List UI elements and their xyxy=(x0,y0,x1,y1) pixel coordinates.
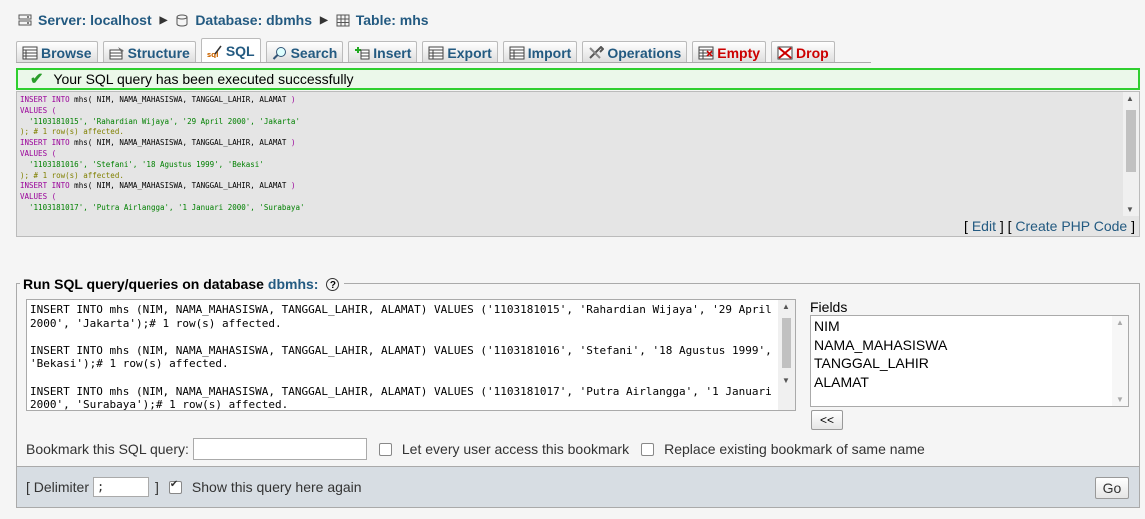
sql-line: VALUES ( xyxy=(20,192,57,202)
tab-label: Import xyxy=(527,44,572,61)
tab-search[interactable]: Search xyxy=(265,41,344,63)
scroll-up-icon[interactable]: ▲ xyxy=(1116,318,1124,327)
help-icon[interactable]: ? xyxy=(326,277,340,291)
success-text: Your SQL query has been executed success… xyxy=(53,71,354,87)
tab-label: SQL xyxy=(225,43,255,59)
executed-sql-panel: INSERT INTO mhs( NIM, NAMA_MAHASISWA, TA… xyxy=(16,91,1140,237)
breadcrumb-server[interactable]: Server: localhost xyxy=(38,12,152,28)
every-user-label: Let every user access this bookmark xyxy=(401,441,630,457)
insert-field-button[interactable]: << xyxy=(811,410,843,430)
replace-bookmark-label: Replace existing bookmark of same name xyxy=(664,441,925,457)
every-user-checkbox[interactable] xyxy=(378,442,392,456)
export-icon xyxy=(428,46,444,59)
tab-bar: Browse Structure sql SQL Search Insert E… xyxy=(16,38,840,63)
delimiter-label: [ Delimiter xyxy=(26,479,90,495)
drop-icon xyxy=(777,46,793,59)
show-query-checkbox[interactable] xyxy=(168,479,182,494)
tab-import[interactable]: Import xyxy=(502,41,578,63)
breadcrumb-arrow-icon: ▶ xyxy=(320,14,328,26)
breadcrumb: Server: localhost ▶ Database: dbmhs ▶ Ta… xyxy=(18,11,429,29)
tab-label: Export xyxy=(447,44,492,61)
fields-scrollbar[interactable]: ▲ ▼ xyxy=(1112,316,1128,406)
tab-export[interactable]: Export xyxy=(422,41,498,63)
success-message: ✔ Your SQL query has been executed succe… xyxy=(16,68,1140,90)
sql-query-textarea[interactable]: INSERT INTO mhs (NIM, NAMA_MAHASISWA, TA… xyxy=(26,299,796,411)
tab-label: Structure xyxy=(127,44,190,61)
tab-label: Empty xyxy=(717,44,761,61)
sql-line: '1103181016', 'Stefani', '18 Agustus 199… xyxy=(20,159,264,169)
tab-label: Drop xyxy=(796,44,829,61)
go-button[interactable]: Go xyxy=(1095,477,1129,499)
fields-label: Fields xyxy=(810,299,848,315)
tab-drop[interactable]: Drop xyxy=(771,41,835,63)
query-footer: [ Delimiter ; ] Show this query here aga… xyxy=(16,466,1140,508)
query-scrollbar[interactable]: ▲ ▼ xyxy=(778,300,795,410)
sql-line: '1103181017', 'Putra Airlangga', '1 Janu… xyxy=(20,202,305,212)
tab-operations[interactable]: Operations xyxy=(582,41,688,63)
edit-links: [ Edit ] [ Create PHP Code ] xyxy=(964,218,1135,234)
create-php-code-link[interactable]: Create PHP Code xyxy=(1015,218,1127,234)
run-sql-legend-text: Run SQL query/queries on database xyxy=(23,276,264,292)
operations-icon xyxy=(589,45,605,59)
sql-line: INSERT INTO mhs( NIM, NAMA_MAHASISWA, TA… xyxy=(20,95,296,104)
server-icon xyxy=(18,14,32,25)
delimiter-close: ] xyxy=(155,479,159,495)
sql-line: INSERT INTO mhs( NIM, NAMA_MAHASISWA, TA… xyxy=(20,138,296,148)
scroll-down-icon[interactable]: ▼ xyxy=(782,376,790,385)
tab-label: Insert xyxy=(373,44,412,61)
show-query-label: Show this query here again xyxy=(191,479,362,495)
structure-icon xyxy=(109,46,124,59)
database-icon xyxy=(176,14,188,27)
field-option-tanggal-lahir[interactable]: TANGGAL_LAHIR xyxy=(814,354,1125,373)
field-option-nama-mahasiswa[interactable]: NAMA_MAHASISWA xyxy=(814,336,1125,355)
sql-line: ); # 1 row(s) affected. xyxy=(20,170,124,180)
import-icon xyxy=(509,46,525,59)
fields-list[interactable]: NIM NAMA_MAHASISWA TANGGAL_LAHIR ALAMAT xyxy=(810,315,1129,407)
delimiter-input[interactable]: ; xyxy=(93,477,150,497)
run-sql-database-link[interactable]: dbmhs: xyxy=(268,276,319,292)
tab-structure[interactable]: Structure xyxy=(102,41,196,63)
bookmark-label: Bookmark this SQL query: xyxy=(26,441,189,457)
sql-line: ); # 1 row(s) affected. xyxy=(20,127,124,137)
tab-sql[interactable]: sql SQL xyxy=(200,38,261,63)
table-icon xyxy=(336,14,350,26)
sql-icon: sql xyxy=(207,45,222,58)
replace-bookmark-checkbox[interactable] xyxy=(641,442,655,456)
sql-line: '1103181015', 'Rahardian Wijaya', '29 Ap… xyxy=(20,116,300,126)
tab-label: Search xyxy=(290,44,338,61)
tab-empty[interactable]: Empty xyxy=(692,41,767,63)
breadcrumb-arrow-icon: ▶ xyxy=(159,14,168,26)
tab-browse[interactable]: Browse xyxy=(16,41,98,63)
tab-divider xyxy=(16,62,871,63)
scroll-up-icon[interactable]: ▲ xyxy=(1126,94,1134,103)
field-option-nim[interactable]: NIM xyxy=(814,317,1125,336)
bookmark-input[interactable] xyxy=(192,438,367,460)
check-icon: ✔ xyxy=(30,71,44,88)
edit-link[interactable]: Edit xyxy=(972,218,996,234)
scrollbar-thumb[interactable] xyxy=(1126,110,1136,172)
tab-label: Operations xyxy=(607,44,682,61)
search-icon xyxy=(272,46,286,60)
run-sql-legend: Run SQL query/queries on database dbmhs:… xyxy=(20,276,345,292)
sql-scrollbar[interactable]: ▲ ▼ xyxy=(1123,92,1139,216)
executed-sql-code: INSERT INTO mhs( NIM, NAMA_MAHASISWA, TA… xyxy=(17,92,1123,216)
browse-icon xyxy=(22,46,38,59)
tab-label: Browse xyxy=(41,44,92,61)
field-option-alamat[interactable]: ALAMAT xyxy=(814,373,1125,392)
sql-line: VALUES ( xyxy=(20,148,57,158)
scroll-up-icon[interactable]: ▲ xyxy=(782,302,790,311)
scrollbar-thumb[interactable] xyxy=(782,318,791,368)
sql-line: INSERT INTO mhs( NIM, NAMA_MAHASISWA, TA… xyxy=(20,181,296,191)
sql-line: VALUES ( xyxy=(20,105,57,115)
scroll-down-icon[interactable]: ▼ xyxy=(1126,205,1134,214)
scroll-down-icon[interactable]: ▼ xyxy=(1116,395,1124,404)
insert-icon xyxy=(355,46,370,59)
breadcrumb-database[interactable]: Database: dbmhs xyxy=(195,12,312,28)
tab-insert[interactable]: Insert xyxy=(348,41,418,63)
empty-icon xyxy=(698,46,714,59)
bookmark-row: Bookmark this SQL query: Let every user … xyxy=(26,438,925,460)
breadcrumb-table[interactable]: Table: mhs xyxy=(356,12,429,28)
